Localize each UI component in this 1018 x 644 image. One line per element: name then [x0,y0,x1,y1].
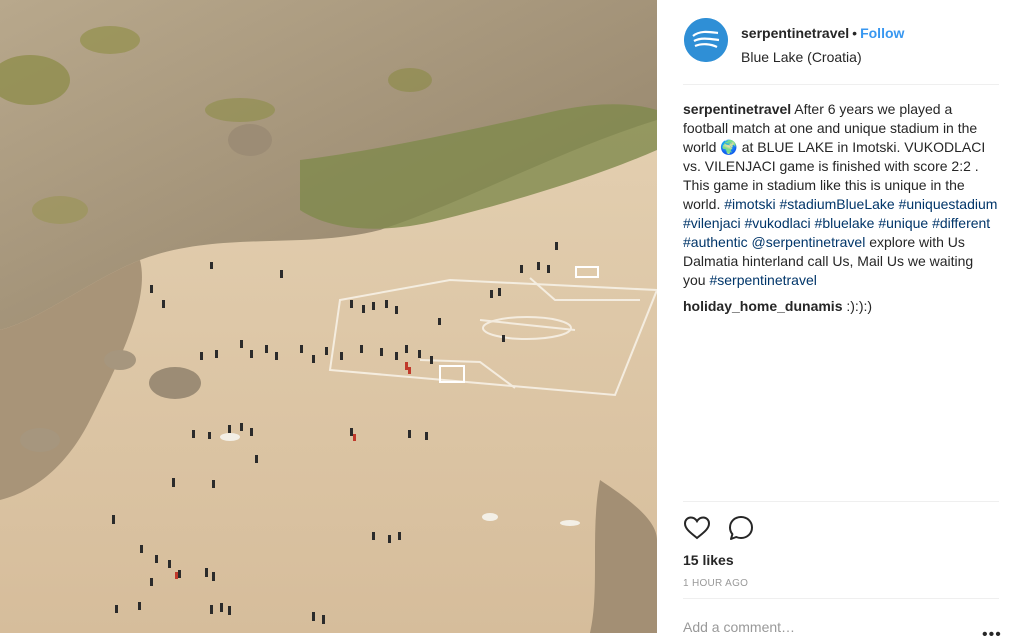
likes-count[interactable]: 15 likes [683,552,734,568]
caption-username[interactable]: serpentinetravel [683,101,791,117]
globe-emoji-icon: 🌍 [720,139,738,155]
post-photo[interactable] [0,0,657,633]
post-header: serpentinetravel • Follow Blue Lake (Croat… [683,16,999,85]
caption: serpentinetravel After 6 years we played… [683,100,999,290]
mention-serpentinetravel[interactable]: @serpentinetravel [752,234,866,250]
post-sidebar: serpentinetravel • Follow Blue Lake (Croat… [657,0,1018,643]
hashtag-serpentinetravel[interactable]: #serpentinetravel [709,272,816,288]
comment-item: holiday_home_dunamis :):):) [683,297,999,316]
divider [683,598,999,599]
like-button[interactable] [683,514,711,542]
divider [683,501,999,502]
hashtag-vukodlaci[interactable]: #vukodlaci [744,215,810,231]
comment-text: :):):) [846,298,873,314]
hashtag-different[interactable]: #different [932,215,990,231]
header-user-line: serpentinetravel • Follow [741,25,904,41]
hashtag-bluelake[interactable]: #bluelake [815,215,875,231]
comments-section: serpentinetravel After 6 years we played… [683,100,999,316]
header-username[interactable]: serpentinetravel [741,25,849,41]
follow-button[interactable]: Follow [860,25,904,41]
lake-stadium-photo [0,0,657,633]
more-options-button[interactable]: ••• [982,626,1002,644]
serpentine-logo-icon [684,18,728,62]
hashtag-stadiumbluelake[interactable]: #stadiumBlueLake [780,196,895,212]
avatar[interactable] [684,18,728,62]
comment-bubble-icon [729,516,753,540]
comment-username[interactable]: holiday_home_dunamis [683,298,842,314]
hashtag-vilenjaci[interactable]: #vilenjaci [683,215,741,231]
comment-button[interactable] [727,514,755,542]
hashtag-imotski[interactable]: #imotski [724,196,775,212]
hashtag-uniquestadium[interactable]: #uniquestadium [899,196,998,212]
location-link[interactable]: Blue Lake (Croatia) [741,49,862,65]
hashtag-unique[interactable]: #unique [878,215,928,231]
heart-icon [683,516,711,540]
post-timestamp[interactable]: 1 HOUR AGO [683,578,748,589]
separator-dot: • [852,25,858,41]
hashtag-authentic[interactable]: #authentic [683,234,748,250]
